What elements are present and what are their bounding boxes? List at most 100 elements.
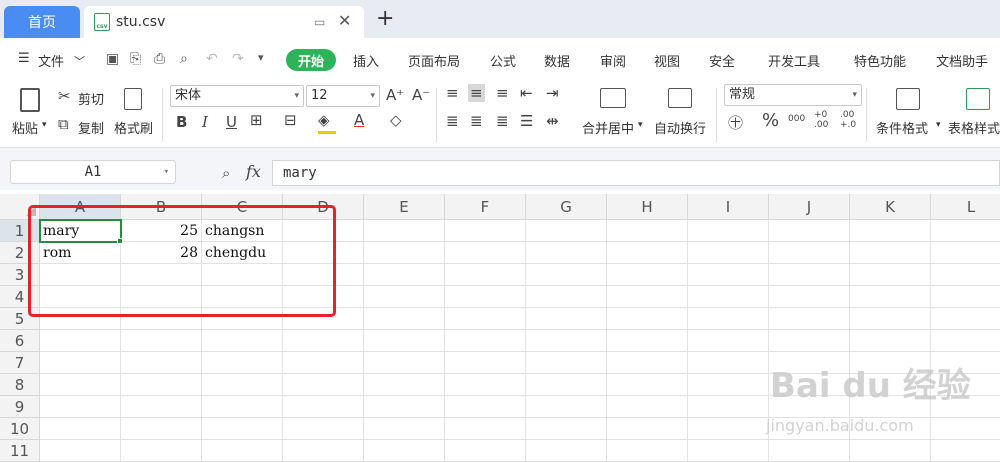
print-preview-icon[interactable]: ⌕ <box>180 51 188 67</box>
cell[interactable] <box>202 396 283 418</box>
font-size-select[interactable]: 12 ▾ <box>306 85 380 107</box>
conditional-format-button[interactable]: 条件格式 <box>876 118 928 137</box>
cell[interactable] <box>769 330 850 352</box>
hamburger-icon[interactable]: ☰ <box>18 51 30 66</box>
increase-font-icon[interactable]: A⁺ <box>386 86 404 104</box>
cell[interactable] <box>283 374 364 396</box>
cell[interactable] <box>607 374 688 396</box>
merge-center-icon[interactable] <box>600 88 626 108</box>
wrap-text-button[interactable]: 自动换行 <box>654 118 706 137</box>
row-header[interactable]: 9 <box>0 396 40 418</box>
cell[interactable] <box>445 264 526 286</box>
cell[interactable] <box>445 220 526 242</box>
cell[interactable] <box>526 264 607 286</box>
column-header[interactable]: F <box>445 194 526 220</box>
column-header[interactable]: E <box>364 194 445 220</box>
menu-developer[interactable]: 开发工具 <box>768 51 820 70</box>
cell[interactable] <box>364 264 445 286</box>
cell[interactable] <box>526 330 607 352</box>
cell[interactable] <box>931 242 1000 264</box>
cell[interactable] <box>769 242 850 264</box>
cell[interactable] <box>607 396 688 418</box>
window-mode-icon[interactable]: ▭ <box>314 15 325 29</box>
cell[interactable] <box>283 440 364 462</box>
menu-security[interactable]: 安全 <box>709 51 735 70</box>
cell[interactable] <box>121 418 202 440</box>
cell[interactable] <box>364 286 445 308</box>
format-painter-icon[interactable] <box>124 88 142 110</box>
align-bottom-icon[interactable]: ≡ <box>496 84 509 102</box>
justify-icon[interactable]: ☰ <box>520 112 533 130</box>
cell[interactable] <box>121 396 202 418</box>
row-header[interactable]: 8 <box>0 374 40 396</box>
cell[interactable] <box>931 440 1000 462</box>
cell[interactable] <box>850 330 931 352</box>
cell[interactable] <box>364 374 445 396</box>
cell[interactable] <box>364 396 445 418</box>
cut-button[interactable]: 剪切 <box>78 89 104 108</box>
increase-decimal-icon[interactable]: +0 .00 <box>814 110 828 130</box>
currency-icon[interactable]: ㊉ <box>728 112 743 133</box>
cell[interactable] <box>688 418 769 440</box>
indent-icon[interactable]: ⇥ <box>546 84 559 102</box>
menu-data[interactable]: 数据 <box>544 51 570 70</box>
cell-style-icon[interactable]: ⊟ <box>284 111 297 129</box>
cell[interactable] <box>40 440 121 462</box>
menu-formulas[interactable]: 公式 <box>490 51 516 70</box>
cell[interactable] <box>931 330 1000 352</box>
font-name-select[interactable]: 宋体 ▾ <box>170 85 304 107</box>
cell[interactable] <box>121 352 202 374</box>
format-painter-button[interactable]: 格式刷 <box>114 118 153 137</box>
row-header[interactable]: 6 <box>0 330 40 352</box>
copy-button[interactable]: 复制 <box>78 118 104 137</box>
align-left-icon[interactable]: ≣ <box>446 112 459 130</box>
cell[interactable] <box>688 242 769 264</box>
cell[interactable] <box>607 286 688 308</box>
cell[interactable] <box>850 286 931 308</box>
table-style-icon[interactable] <box>966 88 990 110</box>
function-icon[interactable]: fx <box>246 162 261 181</box>
clear-format-icon[interactable]: ◇ <box>390 111 402 129</box>
cell[interactable] <box>364 440 445 462</box>
cell[interactable] <box>850 220 931 242</box>
cell[interactable] <box>445 418 526 440</box>
cell[interactable] <box>40 418 121 440</box>
row-header[interactable]: 7 <box>0 352 40 374</box>
cell[interactable] <box>931 286 1000 308</box>
cell[interactable] <box>688 330 769 352</box>
zoom-icon[interactable]: ⌕ <box>222 164 230 182</box>
cell[interactable] <box>526 374 607 396</box>
chevron-down-icon[interactable]: ﹀ <box>74 53 85 69</box>
cell[interactable] <box>283 330 364 352</box>
menu-review[interactable]: 审阅 <box>600 51 626 70</box>
cell[interactable] <box>202 374 283 396</box>
row-header[interactable]: 11 <box>0 440 40 462</box>
chevron-down-icon[interactable]: ▾ <box>638 120 643 130</box>
borders-icon[interactable]: ⊞ <box>250 111 263 129</box>
column-header[interactable]: L <box>931 194 1000 220</box>
cell[interactable] <box>769 220 850 242</box>
cell[interactable] <box>526 440 607 462</box>
align-top-icon[interactable]: ≡ <box>446 84 459 102</box>
align-center-icon[interactable]: ≣ <box>470 112 483 130</box>
cell[interactable] <box>364 352 445 374</box>
cell[interactable] <box>121 440 202 462</box>
cell[interactable] <box>769 264 850 286</box>
cell[interactable] <box>121 374 202 396</box>
column-header[interactable]: K <box>850 194 931 220</box>
cell[interactable] <box>364 308 445 330</box>
cell[interactable] <box>850 440 931 462</box>
print-icon[interactable]: ⎙ <box>154 51 165 67</box>
cell[interactable] <box>445 330 526 352</box>
cell[interactable] <box>931 418 1000 440</box>
cell[interactable] <box>202 440 283 462</box>
cell[interactable] <box>688 308 769 330</box>
cell[interactable] <box>931 264 1000 286</box>
bold-icon[interactable]: B <box>176 113 187 131</box>
cell[interactable] <box>850 264 931 286</box>
align-right-icon[interactable]: ≣ <box>496 112 509 130</box>
column-header[interactable]: J <box>769 194 850 220</box>
merge-center-button[interactable]: 合并居中 <box>582 118 634 137</box>
cell[interactable] <box>526 418 607 440</box>
cell[interactable] <box>283 418 364 440</box>
